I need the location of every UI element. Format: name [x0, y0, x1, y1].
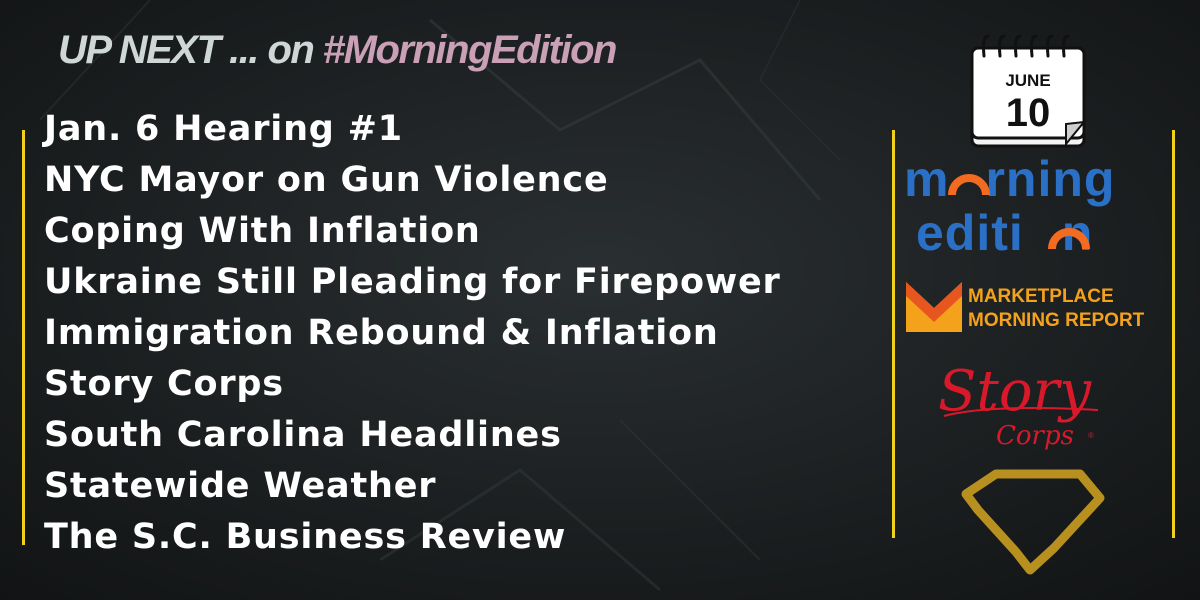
- lineup-item: South Carolina Headlines: [44, 415, 562, 455]
- marketplace-line1: MARKETPLACE: [968, 286, 1114, 307]
- lineup-item: NYC Mayor on Gun Violence: [44, 160, 609, 200]
- header-title: UP NEXT ... on #MorningEdition: [58, 28, 618, 73]
- me-m: m: [904, 151, 949, 207]
- calendar-icon: JUNE 10: [970, 34, 1087, 148]
- header-prefix: UP NEXT ... on: [58, 28, 323, 72]
- lineup-item: Coping With Inflation: [44, 211, 481, 251]
- sunrise-arc-icon: [948, 174, 990, 196]
- lineup-item: Immigration Rebound & Inflation: [44, 313, 719, 353]
- svg-text:®: ®: [1088, 431, 1094, 440]
- lineup-item: Statewide Weather: [44, 466, 437, 506]
- south-carolina-outline-icon: [961, 469, 1105, 575]
- lineup-item: The S.C. Business Review: [44, 517, 567, 557]
- right-divider-left: [892, 130, 895, 538]
- calendar-month: JUNE: [1005, 71, 1050, 90]
- storycorps-story: Story: [938, 359, 1092, 424]
- header-hashtag: #MorningEdition: [322, 28, 618, 72]
- storycorps-logo: Story Corps ®: [938, 359, 1099, 451]
- storycorps-corps: Corps: [996, 421, 1074, 451]
- svg-text:mrning: m rning: [904, 151, 1115, 207]
- right-divider-right: [1172, 130, 1175, 538]
- program-lineup: Jan. 6 Hearing #1 NYC Mayor on Gun Viole…: [44, 104, 781, 563]
- marketplace-line2: MORNING REPORT: [968, 310, 1145, 331]
- morning-edition-logo: m rning editi n: [904, 151, 1115, 261]
- lineup-item: Ukraine Still Pleading for Firepower: [44, 262, 781, 302]
- lineup-item: Jan. 6 Hearing #1: [44, 109, 403, 149]
- marketplace-morning-report-logo: MARKETPLACE MORNING REPORT: [906, 282, 1145, 332]
- calendar-day: 10: [1006, 91, 1051, 135]
- lineup-item: Story Corps: [44, 364, 284, 404]
- me-editi: editi: [916, 205, 1024, 261]
- left-divider: [22, 130, 25, 545]
- me-rning: rning: [985, 151, 1115, 207]
